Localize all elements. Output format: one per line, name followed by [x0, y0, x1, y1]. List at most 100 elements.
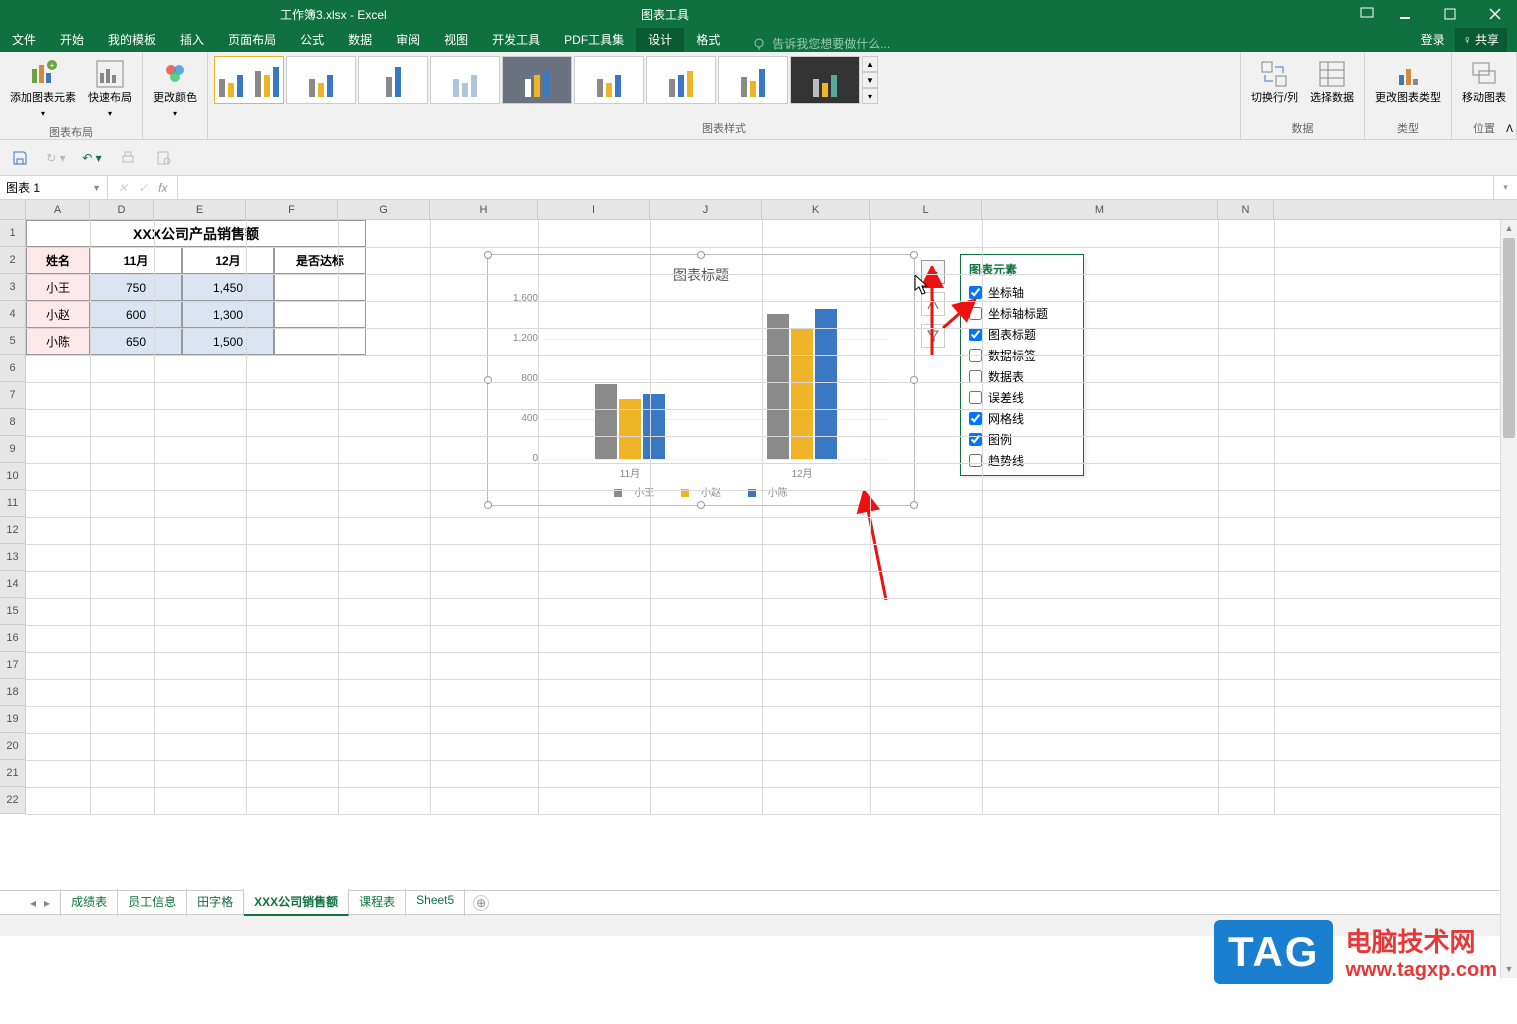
row-header[interactable]: 16: [0, 625, 26, 652]
collapse-ribbon-button[interactable]: ᐱ: [1506, 124, 1513, 135]
resize-handle[interactable]: [910, 251, 918, 259]
chart-plot-area[interactable]: 04008001,2001,60011月12月: [544, 299, 888, 459]
row-header[interactable]: 11: [0, 490, 26, 517]
table-title[interactable]: XXX公司产品销售额: [26, 220, 366, 247]
checkbox[interactable]: [969, 307, 982, 320]
tab-formulas[interactable]: 公式: [288, 27, 336, 52]
row-header[interactable]: 14: [0, 571, 26, 598]
cell-value[interactable]: [274, 301, 366, 328]
close-button[interactable]: [1472, 0, 1517, 28]
row-header[interactable]: 10: [0, 463, 26, 490]
cell-value[interactable]: [274, 274, 366, 301]
name-box[interactable]: 图表 1▼: [0, 176, 108, 199]
checkbox[interactable]: [969, 328, 982, 341]
tab-view[interactable]: 视图: [432, 27, 480, 52]
formula-bar[interactable]: [178, 176, 1493, 199]
cell-name[interactable]: 小王: [26, 274, 90, 301]
chart-style-1[interactable]: [214, 56, 284, 104]
sheet-tab[interactable]: 课程表: [349, 889, 406, 916]
redo-button[interactable]: ↻ ▾: [46, 148, 66, 168]
minimize-button[interactable]: [1382, 0, 1427, 28]
row-header[interactable]: 9: [0, 436, 26, 463]
expand-formula-bar-button[interactable]: ▾: [1493, 176, 1517, 199]
column-header[interactable]: A: [26, 200, 90, 219]
login-link[interactable]: 登录: [1421, 31, 1445, 48]
add-sheet-button[interactable]: ⊕: [473, 895, 489, 911]
chart-style-2[interactable]: [286, 56, 356, 104]
chart-bar[interactable]: [619, 399, 641, 459]
print-preview-button[interactable]: [154, 148, 174, 168]
header-name[interactable]: 姓名: [26, 247, 90, 274]
row-header[interactable]: 13: [0, 544, 26, 571]
tab-data[interactable]: 数据: [336, 27, 384, 52]
chart-legend[interactable]: 小王 小赵 小陈: [488, 484, 914, 499]
tell-me-search[interactable]: 告诉我您想要做什么...: [752, 35, 890, 52]
cancel-formula-button[interactable]: ✕: [118, 181, 128, 195]
chart-style-6[interactable]: [574, 56, 644, 104]
column-header[interactable]: L: [870, 200, 982, 219]
scroll-up-button[interactable]: ▲: [1501, 220, 1517, 237]
cell-value[interactable]: 650: [90, 328, 182, 355]
sheet-tab[interactable]: 员工信息: [118, 889, 187, 916]
chart-style-7[interactable]: [646, 56, 716, 104]
resize-handle[interactable]: [697, 251, 705, 259]
resize-handle[interactable]: [484, 251, 492, 259]
header-dec[interactable]: 12月: [182, 247, 274, 274]
sheet-tab[interactable]: Sheet5: [406, 889, 465, 916]
sheet-nav-last[interactable]: ▸: [44, 896, 50, 910]
sheet-tab[interactable]: 成绩表: [60, 889, 118, 916]
cell-value[interactable]: 600: [90, 301, 182, 328]
header-ok[interactable]: 是否达标: [274, 247, 366, 274]
column-header[interactable]: G: [338, 200, 430, 219]
change-colors-button[interactable]: 更改颜色▾: [149, 56, 201, 122]
gallery-more-button[interactable]: ▾: [862, 88, 878, 104]
tab-design[interactable]: 设计: [636, 27, 684, 52]
tab-mytemplates[interactable]: 我的模板: [96, 27, 168, 52]
cell-value[interactable]: 1,500: [182, 328, 274, 355]
chart-style-8[interactable]: [718, 56, 788, 104]
enter-formula-button[interactable]: ✓: [138, 181, 148, 195]
sheet-tab[interactable]: XXX公司销售额: [244, 889, 349, 916]
column-header[interactable]: N: [1218, 200, 1274, 219]
checkbox[interactable]: [969, 454, 982, 467]
gallery-down-button[interactable]: ▼: [862, 72, 878, 88]
tab-review[interactable]: 审阅: [384, 27, 432, 52]
cell-value[interactable]: 1,300: [182, 301, 274, 328]
chart-bar[interactable]: [791, 329, 813, 459]
cell-value[interactable]: [274, 328, 366, 355]
column-header[interactable]: E: [154, 200, 246, 219]
print-button[interactable]: [118, 148, 138, 168]
column-header[interactable]: M: [982, 200, 1218, 219]
chart-style-9[interactable]: [790, 56, 860, 104]
resize-handle[interactable]: [484, 501, 492, 509]
cell-name[interactable]: 小陈: [26, 328, 90, 355]
move-chart-button[interactable]: 移动图表: [1458, 56, 1510, 107]
chart-element-option[interactable]: 坐标轴: [969, 282, 1075, 303]
maximize-button[interactable]: [1427, 0, 1472, 28]
row-header[interactable]: 3: [0, 274, 26, 301]
row-header[interactable]: 4: [0, 301, 26, 328]
save-button[interactable]: [10, 148, 30, 168]
gallery-up-button[interactable]: ▲: [862, 56, 878, 72]
checkbox[interactable]: [969, 286, 982, 299]
checkbox[interactable]: [969, 433, 982, 446]
column-header[interactable]: K: [762, 200, 870, 219]
scrollbar-thumb[interactable]: [1503, 238, 1515, 438]
row-header[interactable]: 12: [0, 517, 26, 544]
chart-title[interactable]: 图表标题: [488, 255, 914, 289]
resize-handle[interactable]: [910, 501, 918, 509]
tab-pagelayout[interactable]: 页面布局: [216, 27, 288, 52]
tab-file[interactable]: 文件: [0, 27, 48, 52]
chart-style-5[interactable]: [502, 56, 572, 104]
row-header[interactable]: 6: [0, 355, 26, 382]
column-header[interactable]: D: [90, 200, 154, 219]
tab-developer[interactable]: 开发工具: [480, 27, 552, 52]
row-header[interactable]: 7: [0, 382, 26, 409]
chart-elements-button[interactable]: ＋: [921, 260, 945, 284]
row-header[interactable]: 8: [0, 409, 26, 436]
chart-element-option[interactable]: 数据表: [969, 366, 1075, 387]
chart-style-3[interactable]: [358, 56, 428, 104]
select-data-button[interactable]: 选择数据: [1306, 56, 1358, 107]
undo-button[interactable]: ↶ ▾: [82, 148, 102, 168]
quick-layout-button[interactable]: 快速布局▾: [84, 56, 136, 122]
